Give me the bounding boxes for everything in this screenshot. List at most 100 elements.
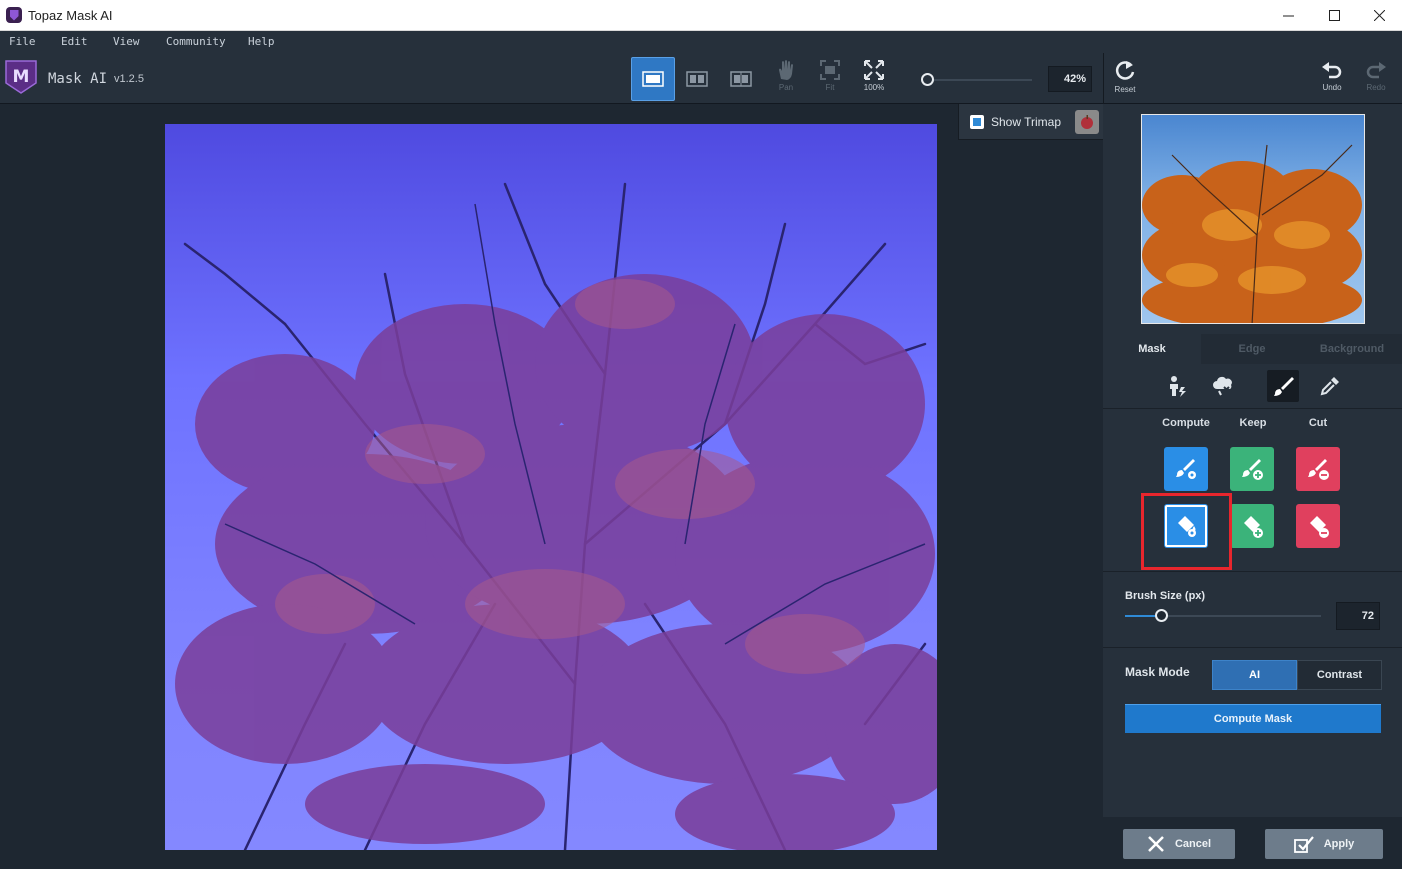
select-subject-button[interactable] — [1161, 370, 1193, 402]
keep-brush-icon — [1242, 459, 1263, 480]
canvas-area[interactable]: Show Trimap — [0, 104, 1103, 869]
fit-label: Fit — [825, 83, 835, 92]
keep-fill-bucket-icon — [1244, 516, 1263, 538]
select-subject-icon — [1170, 376, 1186, 397]
column-label-keep: Keep — [1239, 417, 1267, 429]
tab-mask[interactable]: Mask — [1103, 334, 1201, 364]
hand-icon — [779, 60, 793, 80]
zoom-slider-handle[interactable] — [921, 73, 934, 86]
svg-text:M: M — [13, 67, 30, 87]
right-panel: Mask Edge Background Compute Keep Cut Br… — [1103, 104, 1402, 869]
minimize-button[interactable] — [1265, 0, 1311, 31]
brush-size-label: Brush Size (px) — [1125, 590, 1206, 602]
main-toolbar: M Mask AI v1.2.5 Pan Fit 100% 42% Reset … — [0, 53, 1402, 104]
brush-tool-icon — [1274, 377, 1294, 396]
show-trimap-checkbox[interactable] — [970, 115, 984, 129]
expand-arrows-icon — [864, 60, 884, 80]
single-view-button[interactable] — [631, 57, 675, 101]
pan-label: Pan — [778, 83, 794, 92]
cancel-label: Cancel — [1174, 838, 1212, 850]
column-label-compute: Compute — [1162, 417, 1210, 429]
panel-footer: Cancel Apply — [1103, 817, 1402, 869]
minimize-icon — [1282, 15, 1294, 17]
zoom-100-label: 100% — [863, 83, 885, 92]
brush-size-slider-handle[interactable] — [1155, 609, 1168, 622]
undo-icon — [1322, 62, 1342, 79]
cut-fill-bucket-icon — [1310, 516, 1329, 538]
zoom-100-button[interactable]: 100% — [856, 59, 892, 101]
section-divider — [1103, 571, 1402, 572]
menu-bar: File Edit View Community Help — [0, 31, 1402, 53]
tab-background[interactable]: Background — [1303, 334, 1401, 364]
tree-thumbnail-image — [1142, 144, 1362, 323]
color-picker-button[interactable] — [1314, 370, 1346, 402]
compute-brush-icon — [1176, 459, 1196, 479]
apply-icon — [1293, 836, 1314, 853]
keep-fill-button[interactable] — [1230, 504, 1274, 548]
menu-view[interactable]: View — [113, 35, 140, 48]
maximize-icon — [1328, 10, 1340, 21]
keep-brush-button[interactable] — [1230, 447, 1274, 491]
cut-brush-button[interactable] — [1296, 447, 1340, 491]
column-label-cut: Cut — [1308, 417, 1328, 429]
split-view-icon — [686, 71, 708, 87]
split-view-button[interactable] — [675, 57, 719, 101]
mask-mode-label: Mask Mode — [1125, 665, 1190, 679]
topaz-app-icon — [6, 7, 22, 23]
panel-tabs: Mask Edge Background — [1103, 334, 1402, 364]
window-titlebar: Topaz Mask AI — [0, 0, 1402, 31]
brush-tool-button[interactable] — [1267, 370, 1299, 402]
menu-help[interactable]: Help — [248, 35, 275, 48]
color-picker-icon — [1320, 377, 1339, 396]
side-by-side-view-icon — [730, 71, 752, 87]
brush-size-field[interactable]: 72 — [1336, 602, 1380, 630]
cloud-tool-button[interactable] — [1207, 370, 1239, 402]
maximize-button[interactable] — [1311, 0, 1357, 31]
compute-brush-button[interactable] — [1164, 447, 1208, 491]
fit-button[interactable]: Fit — [812, 59, 848, 101]
close-window-button[interactable] — [1356, 0, 1402, 31]
apply-button[interactable]: Apply — [1265, 829, 1383, 859]
close-icon — [1373, 10, 1385, 21]
tree-branches-image — [175, 182, 937, 850]
menu-edit[interactable]: Edit — [61, 35, 88, 48]
single-view-icon — [642, 71, 664, 87]
show-trimap-label: Show Trimap — [991, 115, 1062, 129]
compute-mask-button[interactable]: Compute Mask — [1125, 704, 1381, 733]
reset-label: Reset — [1114, 85, 1136, 94]
menu-file[interactable]: File — [9, 35, 36, 48]
apple-color-icon — [1081, 115, 1093, 129]
zoom-value-field[interactable]: 42% — [1048, 66, 1092, 92]
cancel-button[interactable]: Cancel — [1123, 829, 1235, 859]
mask-ai-logo-icon: M — [5, 60, 37, 94]
undo-label: Undo — [1322, 83, 1342, 92]
cut-fill-button[interactable] — [1296, 504, 1340, 548]
redo-label: Redo — [1366, 83, 1386, 92]
masked-photo-preview[interactable] — [165, 124, 937, 850]
section-divider — [1103, 647, 1402, 648]
cloud-tool-icon — [1213, 376, 1232, 396]
undo-button[interactable]: Undo — [1314, 59, 1350, 101]
pan-button[interactable]: Pan — [768, 59, 804, 101]
zoom-slider-track[interactable] — [928, 79, 1032, 81]
show-trimap-toggle[interactable]: Show Trimap — [958, 104, 1103, 140]
cut-brush-icon — [1308, 459, 1329, 480]
trimap-color-swatch[interactable] — [1075, 110, 1099, 134]
apply-label: Apply — [1323, 838, 1355, 850]
menu-community[interactable]: Community — [166, 35, 226, 48]
fit-screen-icon — [820, 60, 840, 80]
toolbar-divider — [1103, 53, 1104, 104]
navigator-thumbnail[interactable] — [1141, 114, 1365, 324]
mask-tools-row — [1103, 364, 1402, 409]
window-title: Topaz Mask AI — [28, 8, 113, 23]
app-name: Mask AI — [48, 71, 108, 87]
side-by-side-view-button[interactable] — [719, 57, 763, 101]
reset-button[interactable]: Reset — [1107, 59, 1143, 101]
mask-mode-contrast-button[interactable]: Contrast — [1297, 660, 1382, 690]
close-icon — [1148, 836, 1164, 852]
reset-icon — [1115, 61, 1135, 80]
mask-mode-ai-button[interactable]: AI — [1212, 660, 1297, 690]
redo-icon — [1366, 62, 1386, 79]
redo-button[interactable]: Redo — [1358, 59, 1394, 101]
tab-edge[interactable]: Edge — [1203, 334, 1301, 364]
